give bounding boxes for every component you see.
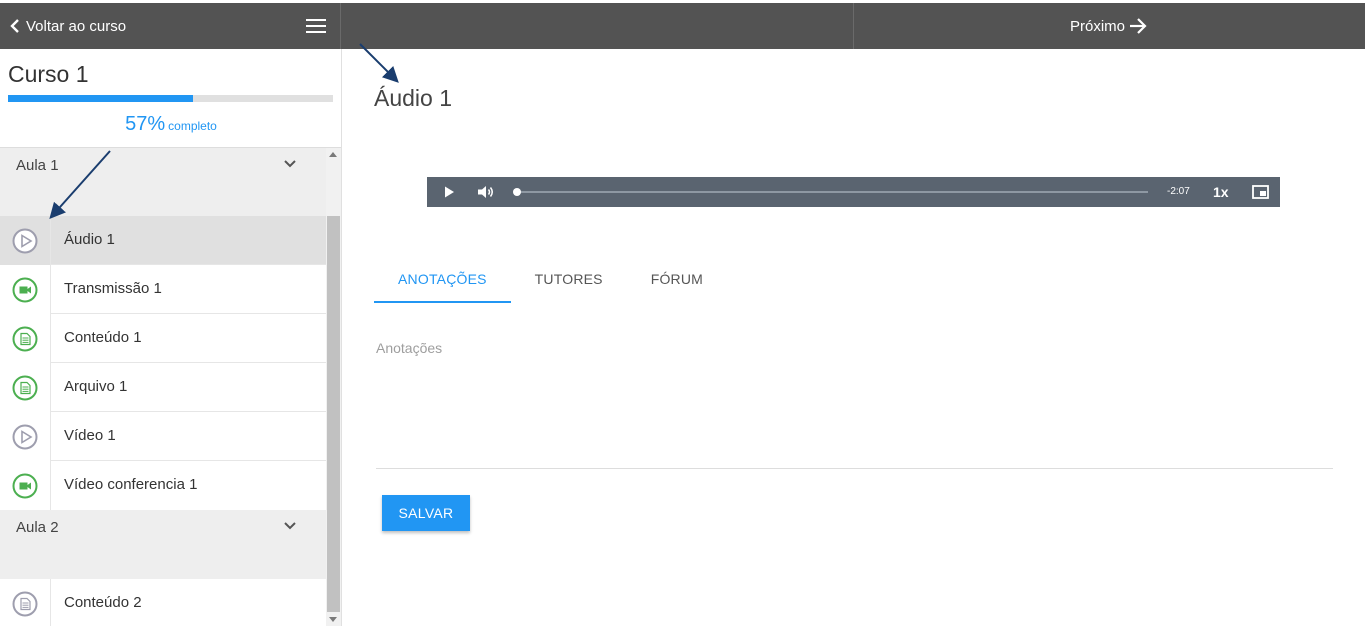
time-remaining: -2:07: [1167, 186, 1190, 197]
lesson-item-conteudo-1[interactable]: Conteúdo 1: [0, 314, 326, 363]
playback-speed-button[interactable]: 1x: [1213, 184, 1229, 200]
lesson-item-conteudo-2[interactable]: Conteúdo 2: [0, 579, 326, 626]
lesson-item-label: Arquivo 1: [64, 378, 128, 395]
item-divider: [50, 265, 51, 314]
progress-text: 57% completo: [0, 113, 342, 136]
lesson-item-label: Vídeo conferencia 1: [64, 476, 198, 493]
play-icon: [12, 424, 38, 450]
course-title: Curso 1: [8, 61, 89, 87]
audio-progress-knob[interactable]: [513, 188, 521, 196]
item-divider: [50, 412, 51, 461]
lesson-item-label: Vídeo 1: [64, 427, 116, 444]
tab-forum[interactable]: FÓRUM: [627, 259, 727, 303]
content-title: Áudio 1: [374, 85, 453, 111]
main-content: Áudio 1 -2:07 1x ANOTAÇÕES TUTORES FÓRUM…: [342, 49, 1365, 626]
tab-anotacoes[interactable]: ANOTAÇÕES: [374, 259, 511, 303]
chevron-down-icon: [284, 160, 296, 168]
sidebar-scrollbar[interactable]: [326, 148, 341, 626]
lesson-item-label: Transmissão 1: [64, 280, 162, 297]
lesson-item-video-conferencia-1[interactable]: Vídeo conferencia 1: [0, 461, 326, 510]
arrow-right-icon: [1130, 18, 1147, 34]
lesson-item-video-1[interactable]: Vídeo 1: [0, 412, 326, 461]
video-camera-icon: [12, 277, 38, 303]
section-header-aula-1[interactable]: Aula 1: [0, 148, 326, 216]
top-bar-left: Voltar ao curso: [0, 3, 341, 49]
item-divider: [50, 314, 51, 363]
top-bar-divider: [853, 3, 854, 49]
document-icon: [12, 375, 38, 401]
content-tabs: ANOTAÇÕES TUTORES FÓRUM: [374, 259, 727, 303]
section-title: Aula 2: [16, 519, 59, 536]
section-title: Aula 1: [16, 157, 59, 174]
lesson-list: Aula 1 Áudio 1 Transmissão 1 Conteúdo 1 …: [0, 148, 326, 626]
item-divider: [50, 461, 51, 510]
video-camera-icon: [12, 473, 38, 499]
lesson-item-transmissao-1[interactable]: Transmissão 1: [0, 265, 326, 314]
picture-in-picture-icon[interactable]: [1252, 185, 1269, 199]
top-bar: Voltar ao curso Próximo: [0, 3, 1365, 49]
back-to-course-button[interactable]: Voltar ao curso: [10, 3, 126, 49]
back-to-course-label: Voltar ao curso: [26, 17, 127, 35]
hamburger-menu-icon[interactable]: [304, 16, 328, 36]
lesson-item-audio-1[interactable]: Áudio 1: [0, 216, 326, 265]
lesson-item-label: Conteúdo 2: [64, 594, 142, 611]
volume-icon[interactable]: [477, 184, 495, 200]
item-divider: [50, 363, 51, 412]
lesson-item-label: Áudio 1: [64, 231, 115, 248]
tab-tutores[interactable]: TUTORES: [511, 259, 627, 303]
progress-percent: 57%: [125, 113, 166, 135]
lesson-item-arquivo-1[interactable]: Arquivo 1: [0, 363, 326, 412]
next-button[interactable]: Próximo: [1070, 3, 1147, 49]
course-progress-fill: [8, 95, 194, 102]
next-label: Próximo: [1070, 17, 1126, 35]
document-icon: [12, 591, 38, 617]
lesson-item-label: Conteúdo 1: [64, 329, 142, 346]
play-icon: [12, 228, 38, 254]
section-header-aula-2[interactable]: Aula 2: [0, 510, 326, 579]
notes-input[interactable]: [376, 331, 1333, 469]
item-divider: [50, 579, 51, 626]
save-button[interactable]: SALVAR: [382, 495, 470, 531]
play-icon[interactable]: [442, 185, 456, 199]
item-divider: [50, 216, 51, 265]
progress-suffix: completo: [168, 119, 217, 133]
audio-progress-track[interactable]: [513, 188, 1148, 196]
document-icon: [12, 326, 38, 352]
scroll-up-arrow-icon[interactable]: [329, 152, 337, 157]
audio-player: -2:07 1x: [427, 177, 1280, 207]
course-progress-bar: [8, 95, 333, 102]
chevron-down-icon: [284, 522, 296, 530]
course-sidebar: Curso 1 57% completo Aula 1 Áudio 1 Tran…: [0, 49, 342, 626]
scrollbar-thumb[interactable]: [327, 216, 340, 612]
chevron-left-icon: [10, 19, 19, 33]
scroll-down-arrow-icon[interactable]: [329, 617, 337, 622]
